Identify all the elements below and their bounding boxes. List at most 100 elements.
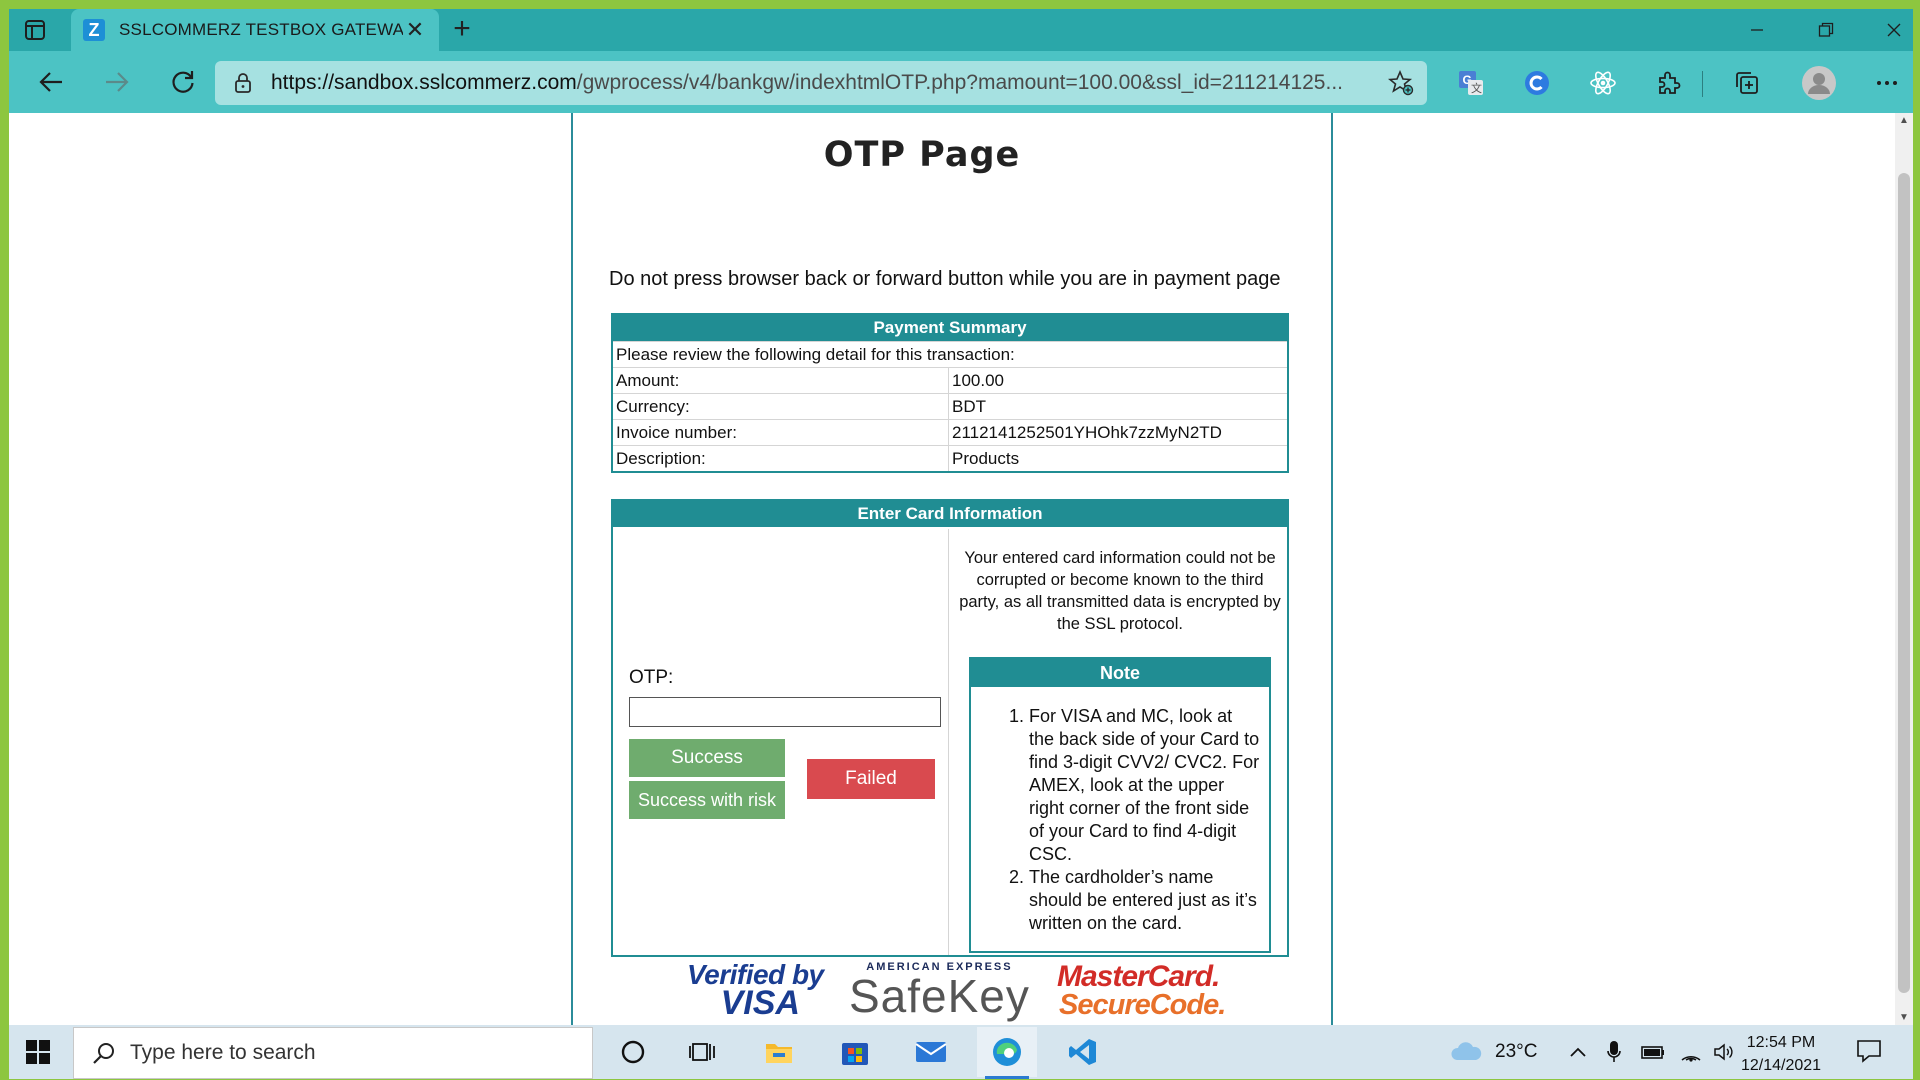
back-icon[interactable] — [31, 62, 71, 102]
note-list: For VISA and MC, look at the back side o… — [1029, 705, 1261, 935]
extensions-icon[interactable] — [1651, 65, 1687, 101]
task-view-icon[interactable] — [673, 1027, 733, 1077]
note-heading: Note — [971, 659, 1269, 687]
notification-icon[interactable] — [1855, 1037, 1885, 1067]
tab-strip: Z SSLCOMMERZ TESTBOX GATEWAY ✕ + — [9, 9, 1913, 51]
clock-date: 12/14/2021 — [1740, 1057, 1822, 1074]
security-logos: Verified by VISA AMERICAN EXPRESS SafeKe… — [687, 961, 1226, 1023]
summary-row-currency: Currency: BDT — [613, 393, 1287, 419]
card-information-panel: Enter Card Information OTP: Success Succ… — [611, 499, 1289, 957]
summary-value: Products — [952, 449, 1020, 468]
otp-input[interactable] — [629, 697, 941, 727]
summary-label: Currency: — [613, 394, 949, 419]
note-panel: Note For VISA and MC, look at the back s… — [969, 657, 1271, 953]
vscode-icon[interactable] — [1053, 1027, 1113, 1077]
weather-icon — [1449, 1040, 1483, 1064]
url-text[interactable]: https://sandbox.sslcommerz.com/gwprocess… — [271, 71, 1375, 95]
url-path: /gwprocess/v4/bankgw/indexhtmlOTP.php?ma… — [576, 71, 1343, 94]
success-with-risk-button[interactable]: Success with risk — [629, 781, 785, 819]
summary-row-description: Description: Products — [613, 445, 1287, 471]
refresh-icon[interactable] — [163, 62, 203, 102]
system-clock[interactable]: 12:54 PM 12/14/2021 — [1731, 1031, 1831, 1077]
browser-toolbar: https://sandbox.sslcommerz.com/gwprocess… — [9, 51, 1913, 113]
tab-title: SSLCOMMERZ TESTBOX GATEWAY — [119, 20, 403, 39]
search-icon — [92, 1041, 116, 1065]
restore-icon[interactable] — [1793, 9, 1859, 51]
note-item: For VISA and MC, look at the back side o… — [1029, 705, 1261, 866]
amex-safekey-logo: AMERICAN EXPRESS SafeKey — [849, 961, 1030, 1019]
payment-summary-panel: Payment Summary Please review the follow… — [611, 313, 1289, 473]
favorite-add-icon[interactable] — [1375, 70, 1427, 96]
plus-icon[interactable]: + — [445, 13, 479, 47]
cortana-icon[interactable] — [603, 1027, 663, 1077]
url-host: https://sandbox.sslcommerz.com — [271, 71, 577, 94]
microsoft-store-icon[interactable] — [825, 1027, 885, 1077]
wifi-icon[interactable] — [1679, 1025, 1703, 1079]
browser-tab[interactable]: Z SSLCOMMERZ TESTBOX GATEWAY ✕ — [71, 9, 439, 51]
navigation-warning: Do not press browser back or forward but… — [609, 268, 1281, 290]
mc-logo-line1: MasterCard. — [1057, 960, 1220, 993]
temperature-text: 23°C — [1495, 1041, 1538, 1062]
collections-icon[interactable] — [1729, 65, 1765, 101]
mc-logo-line2: SecureCode. — [1059, 989, 1226, 1021]
security-notice: Your entered card information could not … — [959, 549, 1281, 633]
page-title: OTP Page — [823, 135, 1021, 175]
translate-icon[interactable]: G文 — [1453, 65, 1489, 101]
otp-page-container: OTP Page Do not press browser back or fo… — [571, 113, 1333, 1025]
mail-icon[interactable] — [901, 1027, 961, 1077]
failed-button[interactable]: Failed — [807, 759, 935, 799]
minimize-icon[interactable] — [1724, 9, 1790, 51]
card-information-heading: Enter Card Information — [613, 501, 1287, 527]
amex-logo-line2: SafeKey — [849, 970, 1030, 1022]
more-icon[interactable] — [1869, 65, 1905, 101]
summary-intro-row: Please review the following detail for t… — [613, 341, 1287, 367]
summary-value: 100.00 — [952, 371, 1004, 390]
address-bar[interactable]: https://sandbox.sslcommerz.com/gwprocess… — [215, 61, 1427, 105]
close-window-icon[interactable] — [1861, 9, 1913, 51]
card-info-side: Your entered card information could not … — [951, 529, 1287, 955]
page-viewport: OTP Page Do not press browser back or fo… — [9, 113, 1913, 1025]
sslcommerz-favicon-icon: Z — [83, 19, 105, 41]
taskbar-search-placeholder: Type here to search — [130, 1041, 316, 1064]
tab-actions-icon[interactable] — [17, 15, 53, 45]
summary-value: 2112141252501YHOhk7zzMyN2TD — [952, 423, 1222, 442]
success-button[interactable]: Success — [629, 739, 785, 777]
summary-row-invoice: Invoice number: 2112141252501YHOhk7zzMyN… — [613, 419, 1287, 445]
summary-value: BDT — [952, 397, 986, 416]
clock-time: 12:54 PM — [1746, 1034, 1816, 1051]
file-explorer-icon[interactable] — [749, 1027, 809, 1077]
edge-icon[interactable] — [977, 1027, 1037, 1079]
close-icon[interactable]: ✕ — [403, 17, 427, 43]
microphone-icon[interactable] — [1607, 1025, 1621, 1079]
visa-logo-line2: VISA — [720, 984, 800, 1022]
chevron-up-icon[interactable] — [1569, 1025, 1587, 1079]
lock-icon[interactable] — [215, 72, 271, 94]
mastercard-securecode-logo: MasterCard. SecureCode. — [1057, 960, 1226, 1021]
summary-label: Amount: — [613, 368, 949, 393]
svg-text:文: 文 — [1471, 81, 1482, 95]
browser-window: Z SSLCOMMERZ TESTBOX GATEWAY ✕ + https:/… — [9, 9, 1913, 1079]
windows-taskbar: Type here to search 23°C 12:54 PM 12/14/… — [9, 1025, 1913, 1079]
windows-start-icon[interactable] — [9, 1025, 67, 1079]
react-icon[interactable] — [1585, 65, 1621, 101]
otp-form: OTP: Success Success with risk Failed — [613, 529, 949, 955]
otp-label: OTP: — [629, 667, 674, 688]
grammar-icon[interactable] — [1519, 65, 1555, 101]
toolbar-divider — [1702, 71, 1703, 97]
scroll-down-icon[interactable]: ▼ — [1899, 1012, 1909, 1023]
summary-label: Description: — [613, 446, 949, 471]
scroll-thumb[interactable] — [1898, 173, 1910, 993]
summary-label: Invoice number: — [613, 420, 949, 445]
summary-row-amount: Amount: 100.00 — [613, 367, 1287, 393]
page-scrollbar[interactable]: ▲ ▼ — [1895, 113, 1913, 1025]
forward-icon[interactable] — [97, 62, 137, 102]
scroll-up-icon[interactable]: ▲ — [1899, 115, 1909, 126]
summary-intro: Please review the following detail for t… — [616, 345, 1015, 364]
profile-icon[interactable] — [1799, 63, 1839, 103]
payment-summary-heading: Payment Summary — [613, 315, 1287, 341]
verified-by-visa-logo: Verified by VISA — [687, 961, 824, 1022]
note-item: The cardholder’s name should be entered … — [1029, 866, 1261, 935]
weather-widget[interactable]: 23°C — [1449, 1025, 1537, 1079]
battery-icon[interactable] — [1641, 1025, 1665, 1079]
taskbar-search-box[interactable]: Type here to search — [73, 1027, 593, 1079]
